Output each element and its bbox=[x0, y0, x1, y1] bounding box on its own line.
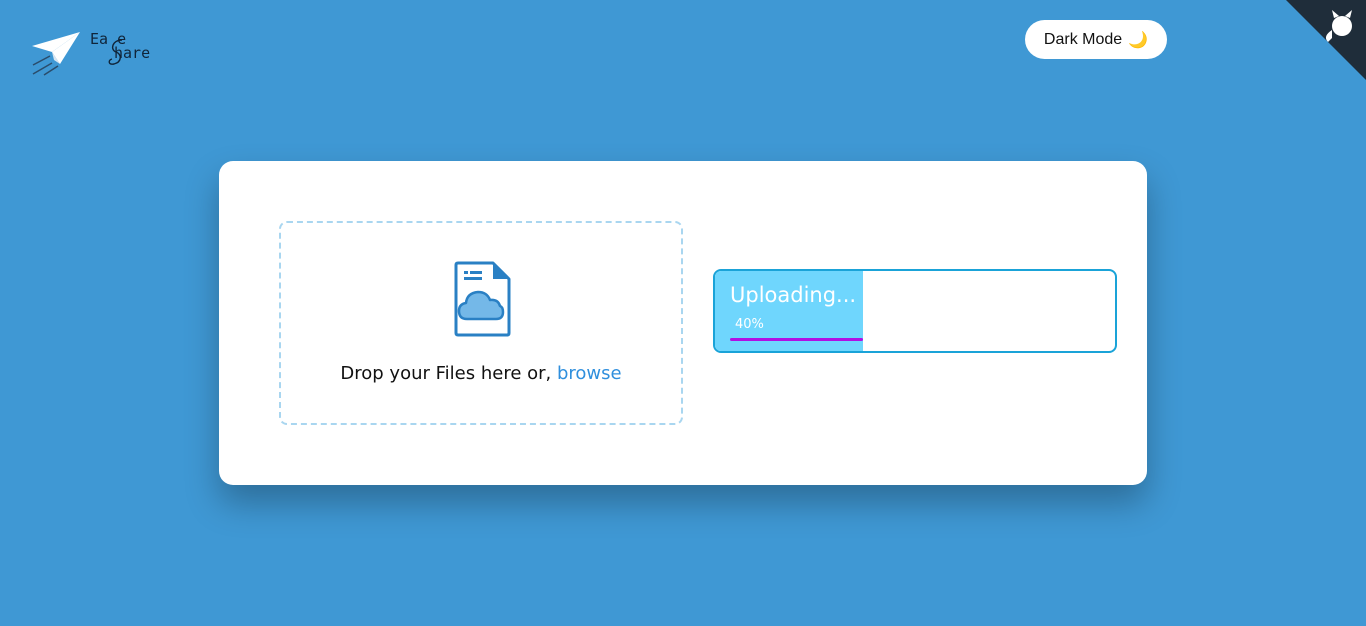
dark-mode-label: Dark Mode bbox=[1043, 30, 1123, 48]
logo[interactable]: Ea e hare bbox=[30, 30, 175, 80]
drop-instructions: Drop your Files here or, browse bbox=[281, 363, 681, 384]
paper-plane-icon bbox=[32, 32, 80, 76]
drop-text: Drop your Files here or, bbox=[340, 363, 557, 384]
browse-link[interactable]: browse bbox=[557, 363, 622, 384]
drop-zone[interactable]: Drop your Files here or, browse bbox=[279, 221, 683, 425]
progress-percent: 40% bbox=[735, 317, 764, 332]
brand-line-2: hare bbox=[114, 44, 151, 62]
moon-icon: 🌙 bbox=[1128, 31, 1149, 49]
progress-bar bbox=[730, 338, 863, 341]
dark-mode-button[interactable]: Dark Mode 🌙 bbox=[1025, 20, 1167, 59]
upload-status: Uploading... bbox=[730, 283, 857, 307]
brand-name: Ea e hare bbox=[90, 30, 180, 70]
upload-progress: Uploading... 40% bbox=[713, 269, 1117, 353]
upload-card: Drop your Files here or, browse Uploadin… bbox=[219, 161, 1147, 485]
github-corner-link[interactable] bbox=[1286, 0, 1366, 80]
cloud-file-icon bbox=[454, 261, 511, 337]
